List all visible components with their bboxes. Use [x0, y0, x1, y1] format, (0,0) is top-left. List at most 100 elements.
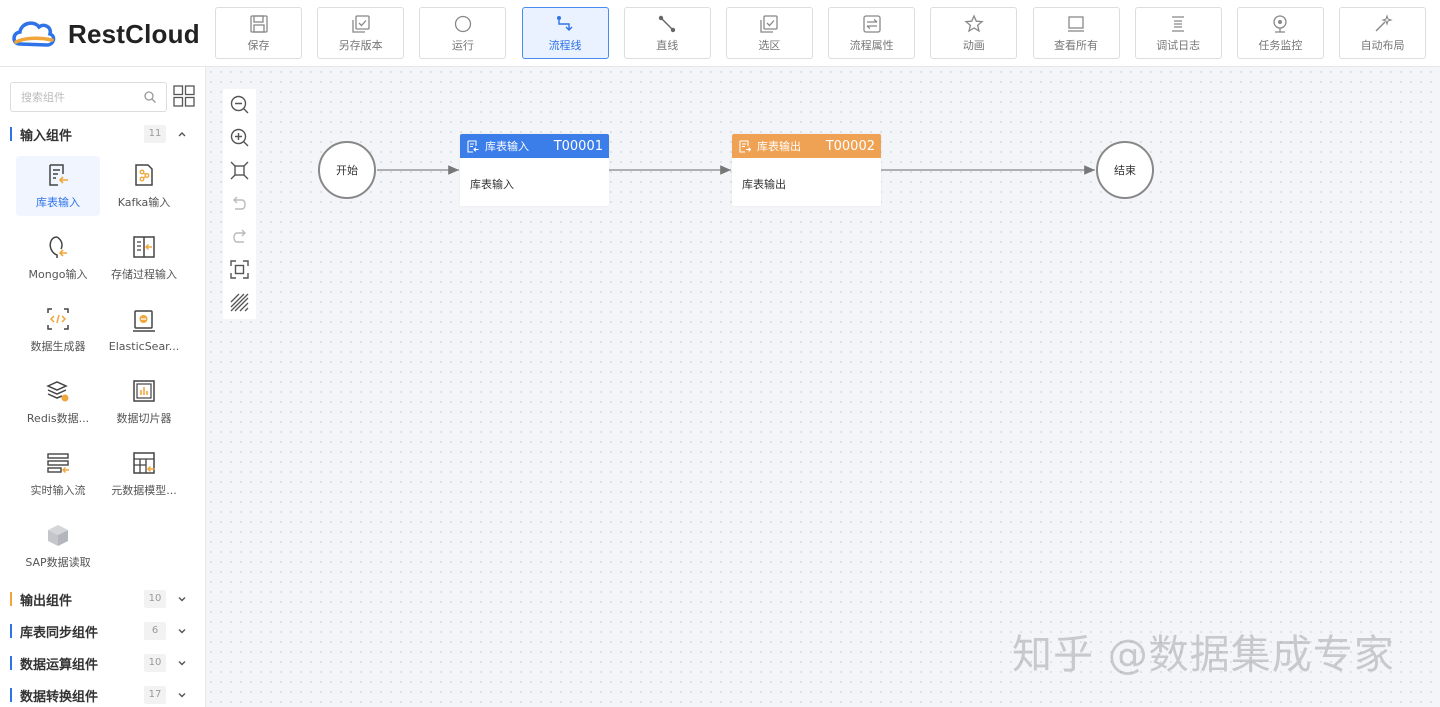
chevron-down-icon[interactable]	[176, 657, 188, 669]
category-data-transform[interactable]: 数据转换组件 17	[10, 685, 196, 705]
straight-line-label: 直线	[656, 38, 679, 52]
debug-log-button[interactable]: 调试日志	[1134, 7, 1222, 59]
category-input[interactable]: 输入组件 11	[10, 124, 196, 144]
search-icon[interactable]	[143, 90, 157, 104]
table-output-icon	[739, 139, 751, 153]
chevron-down-icon[interactable]	[176, 689, 188, 701]
category-marker	[10, 624, 12, 638]
component-search	[10, 82, 167, 112]
task-node-table-output[interactable]: 库表输出 T00002 库表输出	[732, 134, 881, 206]
table-input-icon	[467, 139, 479, 153]
task-header: 库表输出 T00002	[732, 134, 881, 158]
realtime-stream-icon	[47, 453, 69, 474]
selection-label: 选区	[758, 38, 781, 52]
category-output[interactable]: 输出组件 10	[10, 589, 196, 609]
category-name: 数据转换组件	[20, 689, 99, 705]
view-all-icon	[1068, 15, 1084, 32]
task-id: T00002	[825, 138, 875, 154]
component-label: 库表输入	[36, 196, 80, 209]
chevron-down-icon[interactable]	[176, 625, 188, 637]
table-input-icon	[49, 164, 68, 186]
straight-line-button[interactable]: 直线	[623, 7, 711, 59]
run-label: 运行	[451, 38, 474, 52]
flow-line-icon	[557, 15, 573, 31]
run-button[interactable]: 运行	[419, 7, 507, 59]
component-metadata-model[interactable]: 元数据模型...	[102, 444, 186, 504]
task-body: 库表输入	[470, 178, 514, 191]
category-marker	[10, 656, 12, 670]
selection-button[interactable]: 选区	[725, 7, 813, 59]
task-node-table-input[interactable]: 库表输入 T00001 库表输入	[460, 134, 609, 206]
category-marker	[10, 688, 12, 702]
flow-line-label: 流程线	[548, 38, 582, 52]
auto-layout-label: 自动布局	[1360, 38, 1405, 52]
start-node[interactable]: 开始	[318, 141, 376, 199]
component-table-input[interactable]: 库表输入	[16, 156, 100, 216]
component-sap-reader[interactable]: SAP数据读取	[16, 516, 100, 576]
run-icon	[454, 15, 472, 32]
task-monitor-button[interactable]: 任务监控	[1236, 7, 1324, 59]
end-node[interactable]: 结束	[1096, 141, 1154, 199]
component-kafka-input[interactable]: Kafka输入	[102, 156, 186, 216]
search-input[interactable]	[21, 83, 141, 111]
task-header: 库表输入 T00001	[460, 134, 609, 158]
app-name: RestCloud	[68, 18, 200, 49]
debug-log-label: 调试日志	[1156, 38, 1201, 52]
grid-view-icon[interactable]	[173, 85, 195, 107]
view-all-button[interactable]: 查看所有	[1032, 7, 1120, 59]
component-stored-procedure-input[interactable]: 存储过程输入	[102, 228, 186, 288]
save-label: 保存	[247, 38, 270, 52]
flow-properties-button[interactable]: 流程属性	[828, 7, 916, 59]
save-version-button[interactable]: 另存版本	[317, 7, 405, 59]
component-label: 存储过程输入	[111, 268, 177, 281]
category-name: 输入组件	[20, 128, 73, 144]
selection-icon	[760, 14, 779, 33]
component-label: ElasticSear...	[108, 339, 180, 353]
category-marker	[10, 592, 12, 606]
component-data-slicer[interactable]: 数据切片器	[102, 372, 186, 432]
component-mongo-input[interactable]: Mongo输入	[16, 228, 100, 288]
category-count: 10	[144, 654, 166, 672]
auto-layout-button[interactable]: 自动布局	[1339, 7, 1427, 59]
category-table-sync[interactable]: 库表同步组件 6	[10, 621, 196, 641]
animation-button[interactable]: 动画	[930, 7, 1018, 59]
flow-canvas[interactable]: 开始 库表输入 T00001 库表输入 库表输出 T00002 库表输出 结束	[206, 67, 1440, 707]
watermark: 知乎 @数据集成专家	[1012, 632, 1395, 678]
category-data-compute[interactable]: 数据运算组件 10	[10, 653, 196, 673]
task-name: 库表输出	[757, 140, 801, 153]
component-data-generator[interactable]: 数据生成器	[16, 300, 100, 360]
task-id: T00001	[553, 138, 603, 154]
cube-icon	[48, 525, 68, 546]
component-realtime-input-stream[interactable]: 实时输入流	[16, 444, 100, 504]
monitor-icon	[1273, 14, 1288, 33]
redis-input-icon	[46, 381, 69, 402]
category-name: 数据运算组件	[20, 657, 99, 673]
top-bar: RestCloud 保存 另存版本 运行 流程线 直线 选区 流程属性 动画 查…	[0, 0, 1440, 67]
flow-properties-icon	[862, 14, 881, 33]
flow-properties-label: 流程属性	[849, 38, 894, 52]
component-label: 元数据模型...	[111, 484, 177, 497]
component-sidebar: 输入组件 11 库表输入 Kafka输入 Mongo输入 存储过程输入 数据生成…	[0, 67, 206, 707]
debug-log-icon	[1172, 15, 1185, 32]
stored-procedure-input-icon	[133, 236, 155, 258]
chevron-down-icon[interactable]	[176, 593, 188, 605]
component-elasticsearch-input[interactable]: ElasticSear...	[102, 300, 186, 360]
start-node-label: 开始	[336, 164, 358, 177]
save-button[interactable]: 保存	[215, 7, 302, 59]
flow-line-button[interactable]: 流程线	[521, 7, 609, 59]
task-monitor-label: 任务监控	[1258, 38, 1303, 52]
category-count: 10	[144, 590, 166, 608]
component-label: 数据切片器	[116, 412, 172, 425]
task-body: 库表输出	[742, 178, 786, 191]
chevron-up-icon[interactable]	[176, 128, 188, 140]
category-marker	[10, 127, 12, 141]
toolbar: 保存 另存版本 运行 流程线 直线 选区 流程属性 动画 查看所有 调试日志 任…	[215, 7, 1440, 59]
data-slicer-icon	[133, 380, 155, 402]
component-label: 数据生成器	[30, 340, 86, 353]
category-name: 输出组件	[20, 593, 73, 609]
component-redis-input[interactable]: Redis数据...	[16, 372, 100, 432]
cloud-logo-icon	[12, 21, 56, 47]
save-version-icon	[352, 14, 370, 33]
category-count: 6	[144, 622, 166, 640]
component-label: Redis数据...	[26, 412, 90, 425]
